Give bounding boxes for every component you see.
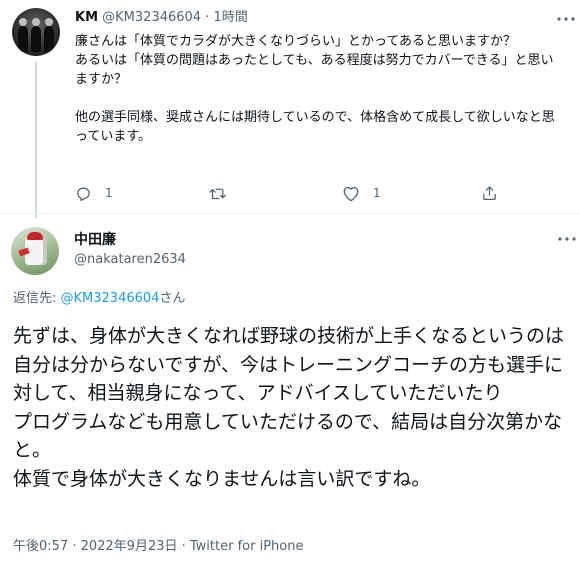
more-icon[interactable] bbox=[556, 9, 576, 29]
tweet-timestamp[interactable]: 1時間 bbox=[214, 10, 248, 25]
thread-connector-line bbox=[35, 62, 37, 218]
reply-button[interactable]: 1 bbox=[75, 180, 113, 206]
like-icon bbox=[342, 185, 360, 202]
parent-tweet[interactable]: KM @KM32346604 · 1時間 廉さんは「体質でカラダが大きくなりづら… bbox=[0, 0, 580, 218]
retweet-button[interactable] bbox=[208, 180, 240, 206]
avatar-figure bbox=[31, 18, 41, 52]
reply-count: 1 bbox=[105, 186, 113, 200]
avatar[interactable] bbox=[12, 8, 60, 56]
author-handle[interactable]: @nakataren2634 bbox=[74, 251, 186, 269]
tweet-header: KM @KM32346604 · 1時間 bbox=[75, 9, 248, 27]
tweet-meta-timestamp-source[interactable]: 午後0:57 · 2022年9月23日 · Twitter for iPhone bbox=[13, 538, 303, 556]
avatar-figure bbox=[18, 18, 28, 52]
avatar-cap bbox=[27, 232, 43, 240]
author-name[interactable]: KM bbox=[75, 10, 98, 25]
tweet-text: 廉さんは「体質でカラダが大きくなりづらい」とかってあると思いますか？ あるいは「… bbox=[75, 34, 555, 144]
author-name[interactable]: 中田廉 bbox=[74, 231, 116, 249]
tweet-text: 先ずは、身体が大きくなれば野球の技術が上手くなるというのは自分は分からないですが… bbox=[13, 325, 565, 490]
replying-to-handle-link[interactable]: @KM32346604 bbox=[61, 291, 160, 306]
like-count: 1 bbox=[373, 186, 381, 200]
more-icon[interactable] bbox=[557, 229, 577, 249]
replying-to-label: 返信先: bbox=[13, 291, 61, 306]
divider bbox=[0, 213, 580, 214]
retweet-icon bbox=[208, 185, 227, 202]
author-handle[interactable]: @KM32346604 bbox=[102, 10, 201, 25]
share-icon bbox=[481, 184, 498, 202]
tweet-actions: 1 1 bbox=[70, 180, 500, 206]
replying-to: 返信先: @KM32346604さん bbox=[13, 290, 185, 308]
like-button[interactable]: 1 bbox=[342, 180, 381, 206]
avatar-figure bbox=[44, 18, 54, 52]
avatar[interactable] bbox=[11, 227, 59, 275]
header-separator: · bbox=[205, 10, 210, 25]
reply-icon bbox=[75, 185, 92, 202]
share-button[interactable] bbox=[481, 180, 498, 206]
replying-to-suffix: さん bbox=[159, 291, 186, 306]
